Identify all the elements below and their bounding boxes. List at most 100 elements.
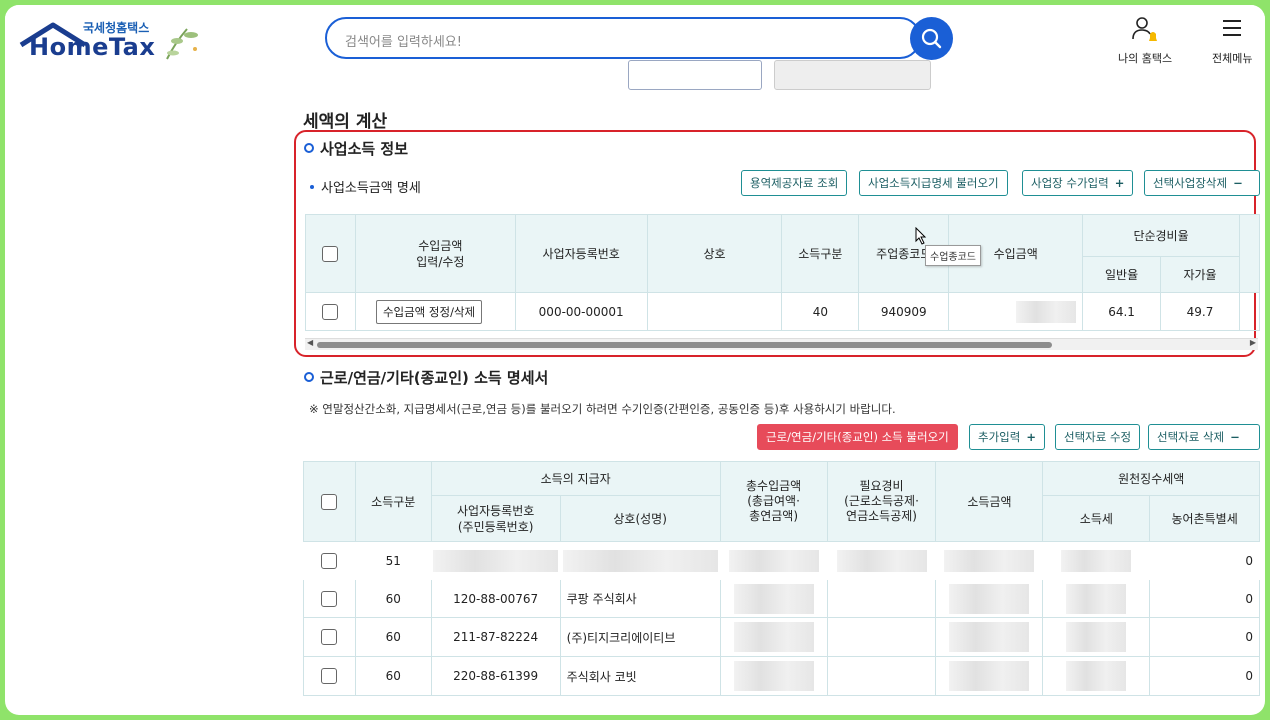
select-all-checkbox[interactable]	[322, 245, 339, 262]
col-income-type: 소득구분	[781, 214, 860, 293]
labor-income-heading: 근로/연금/기타(종교인) 소득 명세서	[304, 367, 548, 388]
col-payer: 소득의 지급자	[430, 461, 721, 496]
edit-selected-button[interactable]: 선택자료 수정	[1055, 424, 1141, 450]
hidden-top-button-1[interactable]	[628, 60, 762, 90]
select-all-checkbox[interactable]	[321, 493, 338, 510]
blurred-value	[836, 549, 927, 572]
blurred-value	[1061, 549, 1132, 572]
dot-bullet-icon	[310, 185, 314, 189]
logo-title: HomeTax	[29, 33, 156, 61]
row-checkbox[interactable]	[321, 629, 338, 645]
search-input[interactable]: 검색어를 입력하세요!	[325, 17, 921, 59]
name-cell: 주식회사 코빗	[559, 656, 721, 696]
row-select-cell	[303, 617, 356, 657]
load-statement-button[interactable]: 사업소득지급명세 불러오기	[859, 170, 1008, 196]
income-amount-cell	[935, 617, 1044, 657]
my-hometax-button[interactable]: 나의 홈택스	[1118, 15, 1172, 66]
blurred-value	[1066, 583, 1127, 614]
notice-text: ※ 연말정산간소화, 지급명세서(근로,연금 등)를 불러오기 하려면 수기인증…	[309, 402, 896, 416]
search-button[interactable]	[910, 17, 953, 60]
delete-selected-data-button[interactable]: 선택자료 삭제 −	[1148, 424, 1260, 450]
delete-selected-button[interactable]: 선택사업장삭제 −	[1144, 170, 1260, 196]
reg-no-cell: 220-88-61399	[430, 656, 561, 696]
expense-cell	[826, 656, 937, 696]
search-placeholder: 검색어를 입력하세요!	[345, 35, 462, 50]
hometax-logo[interactable]: 국세청홈택스 HomeTax	[17, 15, 207, 67]
horizontal-scrollbar[interactable]: ◀ ▶	[305, 338, 1258, 350]
hidden-top-button-2[interactable]	[774, 60, 931, 90]
rural-tax-cell: 0	[1149, 656, 1260, 696]
row-select-cell	[303, 579, 356, 618]
name-cell	[559, 541, 721, 580]
col-withholding: 원천징수세액	[1042, 461, 1260, 496]
col-income-amount: 소득금액	[935, 461, 1044, 542]
add-input-button[interactable]: 추가입력 +	[969, 424, 1045, 450]
col-amount-edit-label: 수입금액 입력/수정	[416, 238, 465, 269]
select-all-cell	[303, 461, 356, 542]
col-amount-edit: 수입금액 입력/수정	[354, 214, 516, 293]
general-rate-cell: 64.1	[1082, 292, 1162, 331]
blurred-value	[1066, 622, 1127, 652]
table-row: 60 120-88-00767 쿠팡 주식회사 0	[303, 579, 1260, 618]
table-row: 60 211-87-82224 (주)티지크리에이티브 0	[303, 617, 1260, 657]
labor-income-table: 소득구분 소득의 지급자 총수입금액 (총급여액· 총연금액) 필요경비 (근로…	[303, 461, 1260, 696]
all-menu-button[interactable]: 전체메뉴	[1212, 15, 1252, 66]
row-checkbox[interactable]	[322, 303, 339, 320]
row-select-cell	[303, 656, 356, 696]
service-lookup-button[interactable]: 용역제공자료 조회	[741, 170, 848, 196]
mouse-cursor-icon	[915, 227, 927, 245]
hamburger-icon	[1223, 20, 1242, 36]
table-row: 60 220-88-61399 주식회사 코빗 0	[303, 656, 1260, 696]
scroll-thumb[interactable]	[317, 342, 1052, 348]
row-checkbox[interactable]	[321, 552, 338, 569]
col-general-rate: 일반율	[1082, 256, 1162, 293]
blurred-value	[1066, 661, 1127, 691]
row-checkbox[interactable]	[321, 590, 338, 607]
minus-icon: −	[1230, 430, 1240, 444]
manual-input-button[interactable]: 사업장 수가입력 +	[1022, 170, 1134, 196]
income-type-cell: 51	[354, 541, 432, 580]
reg-no-cell: 000-00-00001	[514, 292, 648, 331]
col-name: 상호(성명)	[559, 495, 721, 542]
col-total-income: 총수입금액 (총급여액· 총연금액)	[719, 461, 828, 542]
own-rate-cell: 49.7	[1160, 292, 1240, 331]
col-rural-tax: 농어촌특별세	[1149, 495, 1260, 542]
business-income-table: 수입금액 입력/수정 사업자등록번호 상호 소득구분 주업종코드 수입금액 단순…	[305, 214, 1261, 331]
table-row: 수입금액 정정/삭제 000-00-00001 40 940909 64.1 4…	[305, 292, 1261, 331]
expense-cell	[826, 579, 937, 618]
income-amount-cell	[935, 656, 1044, 696]
expense-cell	[826, 541, 937, 580]
scroll-right-icon[interactable]: ▶	[1250, 338, 1256, 347]
blurred-value	[733, 583, 814, 614]
minus-icon: −	[1233, 176, 1243, 190]
business-income-subheading: 사업소득금액 명세	[310, 177, 421, 196]
income-amount-cell	[935, 541, 1044, 580]
col-name: 상호	[646, 214, 783, 293]
row-checkbox[interactable]	[321, 668, 338, 684]
blurred-value	[733, 661, 814, 691]
name-cell	[646, 292, 783, 331]
blurred-value	[728, 549, 819, 572]
scroll-left-icon[interactable]: ◀	[307, 338, 313, 347]
income-tax-cell	[1042, 541, 1151, 580]
col-expense: 필요경비 (근로소득공제· 연금소득공제)	[826, 461, 937, 542]
income-tax-cell	[1042, 656, 1151, 696]
income-tax-cell	[1042, 579, 1151, 618]
edit-amount-button[interactable]: 수입금액 정정/삭제	[375, 299, 483, 324]
rural-tax-cell: 0	[1149, 541, 1260, 580]
blurred-value	[949, 622, 1030, 652]
reg-no-cell: 211-87-82224	[430, 617, 561, 657]
industry-code-cell: 940909	[858, 292, 950, 331]
expense-cell	[826, 617, 937, 657]
business-info-title: 사업소득 정보	[320, 140, 409, 158]
business-income-subtitle: 사업소득금액 명세	[321, 181, 421, 196]
blurred-value	[944, 549, 1035, 572]
app-frame: 국세청홈택스 HomeTax 검색어를 입력하세요! 나의 홈택스 전체메뉴 세…	[5, 5, 1265, 715]
delete-selected-data-label: 선택자료 삭제	[1157, 430, 1225, 444]
labor-income-title: 근로/연금/기타(종교인) 소득 명세서	[320, 369, 549, 387]
blurred-value	[562, 549, 718, 572]
income-type-cell: 60	[354, 656, 432, 696]
row-select-cell	[305, 292, 356, 331]
load-labor-income-button[interactable]: 근로/연금/기타(종교인) 소득 불러오기	[757, 424, 958, 450]
income-tax-cell	[1042, 617, 1151, 657]
